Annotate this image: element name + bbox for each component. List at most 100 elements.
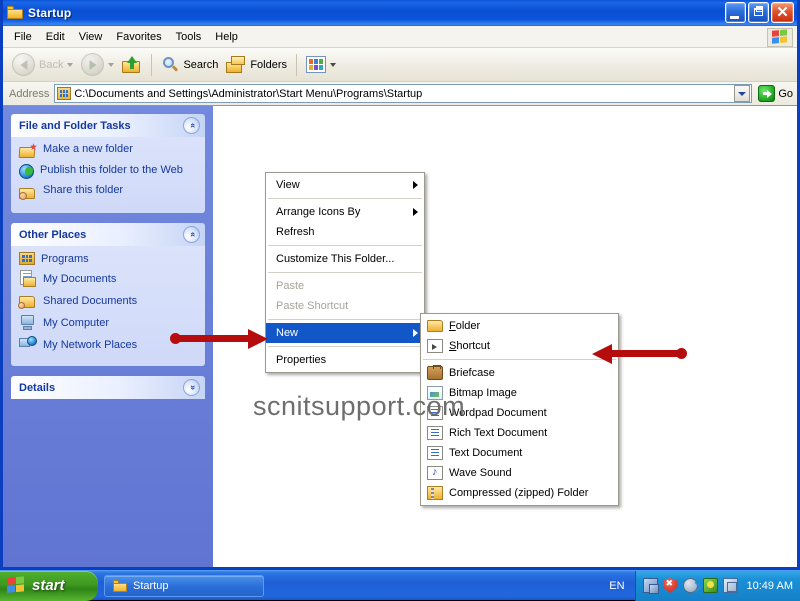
menu-label: Refresh (276, 226, 315, 238)
system-tray: 10:49 AM (634, 570, 800, 601)
menu-label: Arrange Icons By (276, 206, 361, 218)
menu-item-view[interactable]: View (72, 28, 110, 46)
go-button[interactable]: Go (758, 85, 793, 102)
back-dropdown-icon[interactable] (67, 62, 74, 67)
context-menu-item-refresh[interactable]: Refresh (266, 222, 424, 242)
arrow-pointing-to-shortcut (592, 344, 692, 364)
views-button[interactable] (302, 51, 340, 79)
chevron-down-icon[interactable]: « (183, 379, 200, 396)
new-submenu-item-shortcut[interactable]: Shortcut (421, 336, 618, 356)
menu-label-rest: hortcut (456, 340, 490, 352)
new-submenu-item-rich-text-document[interactable]: Rich Text Document (421, 423, 618, 443)
start-button[interactable]: start (0, 570, 98, 601)
my-computer-icon (19, 314, 37, 331)
address-input[interactable]: C:\Documents and Settings\Administrator\… (54, 84, 753, 103)
menu-bar: File Edit View Favorites Tools Help (3, 26, 797, 48)
folders-button[interactable]: Folders (222, 51, 291, 79)
forward-arrow-icon (81, 53, 105, 76)
new-submenu-item-folder[interactable]: Folder (421, 316, 618, 336)
minimize-button[interactable] (725, 2, 746, 23)
task-make-new-folder[interactable]: Make a new folder (18, 143, 197, 159)
task-share-this-folder[interactable]: Share this folder (19, 184, 197, 200)
up-button[interactable] (118, 51, 146, 79)
panel-header-other-places[interactable]: Other Places » (11, 223, 205, 246)
menu-separator (268, 245, 422, 246)
context-menu-item-paste: Paste (266, 276, 424, 296)
place-programs[interactable]: Programs (19, 252, 197, 265)
menu-label: View (276, 179, 300, 191)
language-indicator[interactable]: EN (609, 580, 624, 592)
back-button[interactable]: Back (8, 51, 77, 79)
new-submenu-item-bitmap-image[interactable]: Bitmap Image (421, 383, 618, 403)
views-dropdown-icon[interactable] (330, 62, 337, 67)
place-shared-documents[interactable]: Shared Documents (18, 292, 197, 309)
task-label: Make a new folder (43, 143, 133, 155)
menu-item-file[interactable]: File (7, 28, 39, 46)
search-icon (161, 56, 179, 74)
context-menu-item-paste-shortcut: Paste Shortcut (266, 296, 424, 316)
my-network-places-icon (19, 336, 37, 353)
place-my-computer[interactable]: My Computer (19, 314, 197, 331)
menu-label: Briefcase (449, 367, 495, 379)
new-submenu-item-text-document[interactable]: Text Document (421, 443, 618, 463)
menu-item-edit[interactable]: Edit (39, 28, 72, 46)
context-menu-item-new[interactable]: New (266, 323, 424, 343)
new-submenu-item-wave-sound[interactable]: Wave Sound (421, 463, 618, 483)
submenu-arrow-icon (413, 208, 418, 216)
menu-label: Folder (449, 320, 481, 332)
taskbar: start Startup EN 10:49 AM (0, 570, 800, 601)
panel-header-details[interactable]: Details « (11, 376, 205, 399)
misc-tray-icon[interactable] (722, 578, 738, 593)
antivirus-icon[interactable] (702, 578, 718, 593)
forward-dropdown-icon[interactable] (108, 62, 115, 67)
explorer-window: Startup ✕ File Edit View Favorites Tools… (0, 0, 800, 570)
folder-content-area[interactable]: View Arrange Icons By Refresh Customize … (213, 106, 797, 567)
context-menu-item-customize-this-folder[interactable]: Customize This Folder... (266, 249, 424, 269)
window-body: File and Folder Tasks » Make a new folde… (3, 106, 797, 567)
windows-flag-icon (7, 576, 27, 595)
address-dropdown-button[interactable] (734, 85, 751, 102)
new-submenu-item-compressed-zipped-folder[interactable]: Compressed (zipped) Folder (421, 483, 618, 503)
menu-separator (423, 359, 616, 360)
close-button[interactable]: ✕ (771, 2, 794, 23)
title-bar: Startup ✕ (3, 0, 797, 26)
network-icon[interactable] (642, 578, 659, 594)
search-button[interactable]: Search (157, 51, 222, 79)
taskbar-item-startup[interactable]: Startup (104, 574, 264, 597)
rich-text-document-icon (427, 426, 443, 440)
task-label: Publish this folder to the Web (40, 164, 183, 176)
place-my-documents[interactable]: My Documents (19, 270, 197, 287)
panel-header-file-and-folder-tasks[interactable]: File and Folder Tasks » (11, 114, 205, 137)
go-button-label: Go (778, 87, 793, 100)
security-shield-icon[interactable] (662, 578, 678, 593)
up-folder-icon (122, 55, 142, 74)
folder-icon (427, 320, 443, 332)
context-menu: View Arrange Icons By Refresh Customize … (265, 172, 425, 373)
place-label: Shared Documents (43, 294, 138, 307)
address-label: Address (9, 87, 50, 100)
menu-label: Paste (276, 280, 305, 292)
chevron-up-icon[interactable]: » (183, 117, 200, 134)
forward-button[interactable] (77, 51, 118, 79)
menu-item-tools[interactable]: Tools (169, 28, 209, 46)
task-publish-folder-to-web[interactable]: Publish this folder to the Web (19, 164, 197, 179)
submenu-arrow-icon (413, 181, 418, 189)
clock[interactable]: 10:49 AM (747, 580, 793, 592)
menu-label-rest: older (455, 320, 481, 332)
menu-item-help[interactable]: Help (208, 28, 245, 46)
new-submenu-item-wordpad-document[interactable]: Wordpad Document (421, 403, 618, 423)
submenu-arrow-icon (413, 329, 418, 337)
context-menu-item-properties[interactable]: Properties (266, 350, 424, 370)
menu-separator (268, 319, 422, 320)
menu-item-favorites[interactable]: Favorites (109, 28, 168, 46)
window-title: Startup (28, 6, 72, 20)
maximize-button[interactable] (748, 2, 769, 23)
chevron-up-icon[interactable]: » (183, 226, 200, 243)
new-submenu-item-briefcase[interactable]: Briefcase (421, 363, 618, 383)
context-menu-item-arrange-icons-by[interactable]: Arrange Icons By (266, 202, 424, 222)
menu-label: Bitmap Image (449, 387, 517, 399)
volume-icon[interactable] (682, 578, 698, 593)
context-menu-item-view[interactable]: View (266, 175, 424, 195)
toolbar-separator-1 (151, 53, 153, 76)
windows-flag-icon (767, 28, 793, 47)
